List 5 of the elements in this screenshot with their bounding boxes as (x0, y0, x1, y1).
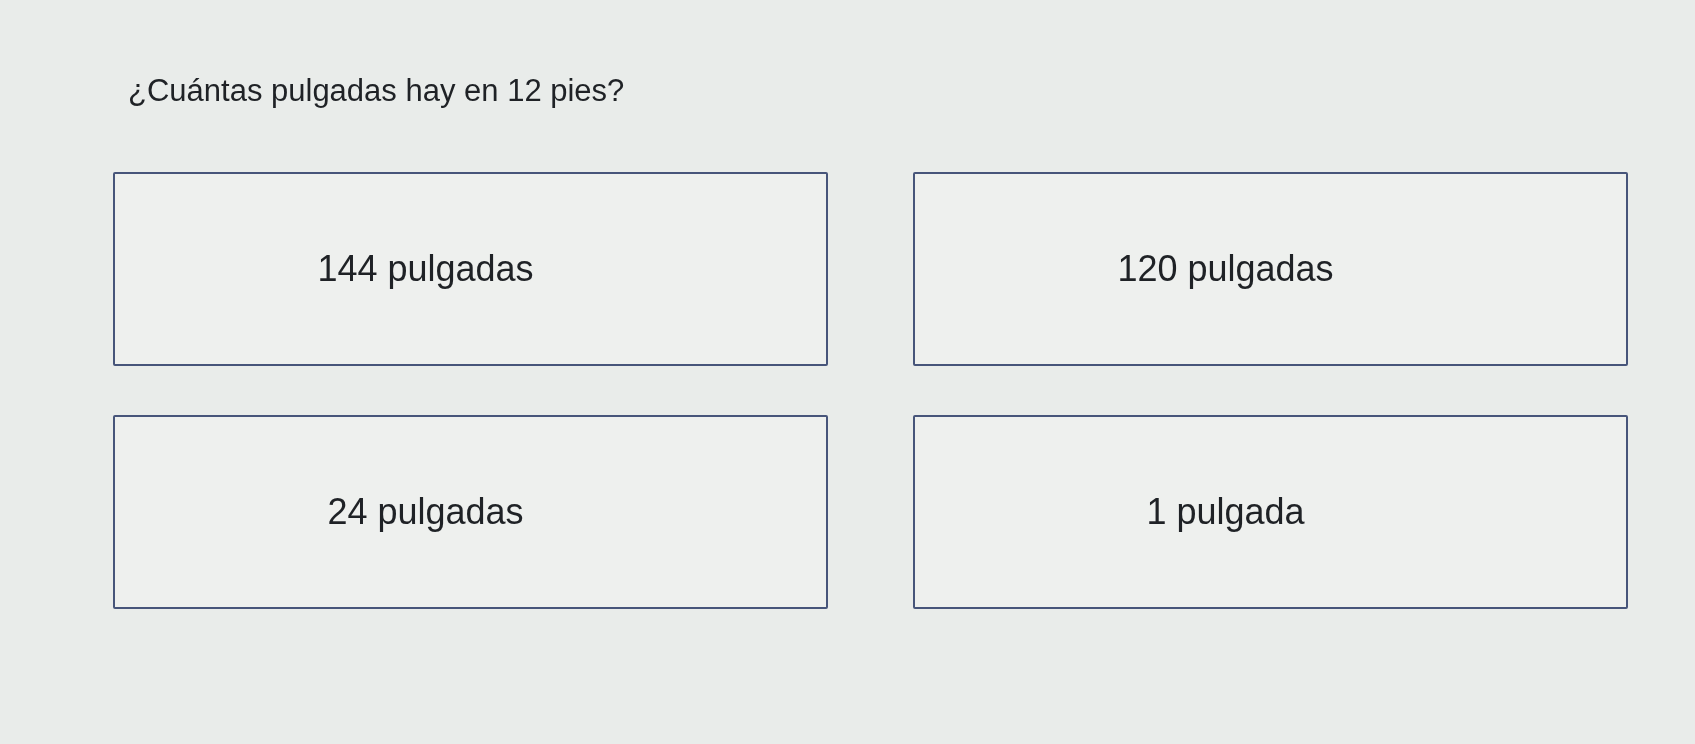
answer-option[interactable]: 120 pulgadas (913, 172, 1628, 366)
answer-option[interactable]: 24 pulgadas (113, 415, 828, 609)
answer-option[interactable]: 144 pulgadas (113, 172, 828, 366)
answer-option[interactable]: 1 pulgada (913, 415, 1628, 609)
question-text: ¿Cuántas pulgadas hay en 12 pies? (128, 72, 625, 110)
